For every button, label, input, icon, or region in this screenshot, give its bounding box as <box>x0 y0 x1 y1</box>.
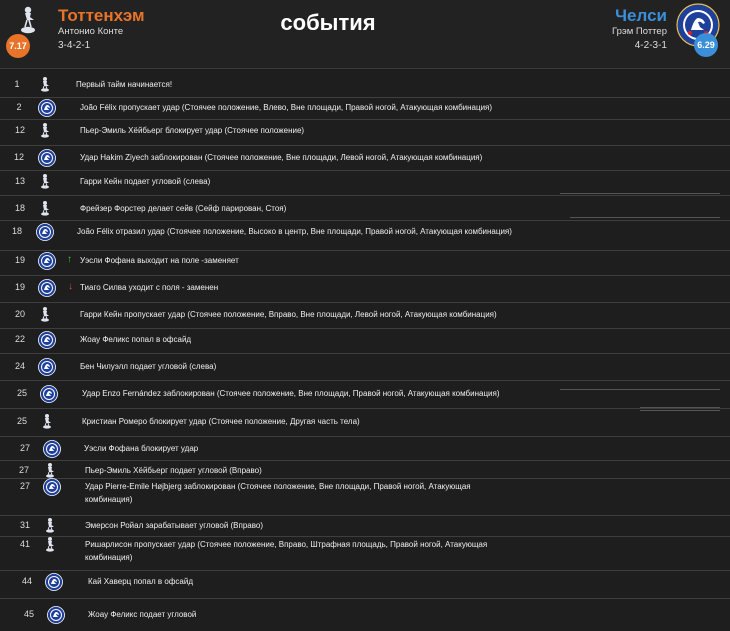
row-divider <box>0 220 730 221</box>
event-text: Бен Чилуэлл подает угловой (слева) <box>80 362 217 371</box>
row-divider <box>0 328 730 329</box>
event-text: Удар Pierre-Emile Højbjerg заблокирован … <box>85 482 471 504</box>
event-minute: 22 <box>14 334 25 344</box>
tottenham-cockerel-icon <box>38 76 52 97</box>
event-text: Гарри Кейн подает угловой (слева) <box>80 177 211 186</box>
event-minute: 25 <box>16 416 27 426</box>
event-text: Первый тайм начинается! <box>76 80 173 89</box>
divider-artifact <box>640 410 720 411</box>
event-text: Жоау Феликс попал в офсайд <box>80 335 192 344</box>
event-text: Тиаго Силва уходит с поля - заменен <box>80 283 219 292</box>
event-minute: 18 <box>11 226 22 236</box>
event-minute: 25 <box>16 388 27 398</box>
chelsea-lion-crest-icon <box>38 149 56 172</box>
row-divider <box>0 119 730 120</box>
chelsea-lion-crest-icon <box>43 440 61 463</box>
event-text: Уэсли Фофана блокирует удар <box>84 444 199 453</box>
divider-artifact <box>570 217 720 218</box>
event-minute: 20 <box>14 309 25 319</box>
row-divider <box>0 460 730 461</box>
row-divider <box>0 408 730 409</box>
chelsea-lion-crest-icon <box>38 358 56 381</box>
match-header: 7.17 Тоттенхэм Антонио Конте 3-4-2-1 соб… <box>0 0 730 69</box>
row-divider <box>0 536 730 537</box>
row-divider <box>0 145 730 146</box>
event-text: Эмерсон Ройал зарабатывает угловой (Впра… <box>85 521 264 530</box>
row-divider <box>0 250 730 251</box>
chelsea-lion-crest-icon <box>36 223 54 246</box>
tottenham-cockerel-icon <box>38 306 52 327</box>
tottenham-cockerel-icon <box>38 122 52 143</box>
divider-artifact <box>560 193 720 194</box>
event-text: Гарри Кейн пропускает удар (Стоячее поло… <box>80 310 497 319</box>
away-team-coach: Грэм Поттер <box>612 26 667 37</box>
event-text: Удар Hakim Ziyech заблокирован (Стоячее … <box>80 153 483 162</box>
event-minute: 27 <box>19 443 30 453</box>
tottenham-cockerel-icon <box>40 413 54 434</box>
chelsea-lion-crest-icon <box>40 385 58 408</box>
row-divider <box>0 478 730 479</box>
divider-artifact <box>640 407 720 408</box>
event-minute: 31 <box>19 520 30 530</box>
event-minute: 18 <box>14 203 25 213</box>
event-minute: 24 <box>14 361 25 371</box>
event-minute: 44 <box>21 576 32 586</box>
event-text: Ришарлисон пропускает удар (Стоячее поло… <box>85 540 488 562</box>
chelsea-lion-crest-icon <box>38 252 56 275</box>
event-minute: 27 <box>18 465 29 475</box>
event-minute: 12 <box>13 152 24 162</box>
event-minute: 13 <box>14 176 25 186</box>
event-minute: 1 <box>14 79 20 89</box>
row-divider <box>0 353 730 354</box>
event-text: Кай Хаверц попал в офсайд <box>88 577 193 586</box>
row-divider <box>0 515 730 516</box>
away-team-rating: 6.29 <box>694 33 718 57</box>
event-text: Кристиан Ромеро блокирует удар (Стоячее … <box>82 417 360 426</box>
row-divider <box>0 195 730 196</box>
page-title-text: события <box>280 10 376 35</box>
event-minute: 12 <box>14 125 25 135</box>
event-text: Пьер-Эмиль Хёйбьерг блокирует удар (Стоя… <box>80 126 305 135</box>
event-minute: 2 <box>16 102 22 112</box>
home-team-rating: 7.17 <box>6 34 30 58</box>
chelsea-lion-crest-icon <box>43 478 61 501</box>
chelsea-lion-crest-icon <box>47 606 65 629</box>
row-divider <box>0 380 730 381</box>
event-minute: 19 <box>14 255 25 265</box>
chelsea-lion-crest-icon <box>38 99 56 122</box>
home-team-formation: 3-4-2-1 <box>58 40 91 51</box>
row-divider <box>0 436 730 437</box>
event-text: Удар Enzo Fernández заблокирован (Стояче… <box>82 389 500 398</box>
row-divider <box>0 275 730 276</box>
tottenham-cockerel-icon <box>43 517 57 538</box>
event-minute: 41 <box>19 539 30 549</box>
sub-out-arrow-icon: ↓ <box>68 281 73 292</box>
away-team-formation: 4-2-3-1 <box>634 40 667 51</box>
divider-artifact <box>560 389 720 390</box>
event-text: João Félix отразил удар (Стоячее положен… <box>77 227 512 236</box>
event-minute: 19 <box>14 282 25 292</box>
event-minute: 45 <box>23 609 34 619</box>
chelsea-lion-crest-icon <box>45 573 63 596</box>
row-divider <box>0 170 730 171</box>
tottenham-cockerel-icon <box>38 200 52 221</box>
away-team-name[interactable]: Челси <box>615 6 667 26</box>
row-divider <box>0 97 730 98</box>
tottenham-cockerel-icon <box>38 173 52 194</box>
event-minute: 27 <box>19 481 30 491</box>
event-text: João Félix пропускает удар (Стоячее поло… <box>80 103 493 112</box>
event-text: Жоау Феликс подает угловой <box>88 610 197 619</box>
row-divider <box>0 302 730 303</box>
event-text: Пьер-Эмиль Хёйбьерг подает угловой (Впра… <box>85 466 262 475</box>
row-divider <box>0 570 730 571</box>
row-divider <box>0 598 730 599</box>
event-text: Фрейзер Форстер делает сейв (Сейф париро… <box>80 204 287 213</box>
chelsea-lion-crest-icon <box>38 331 56 354</box>
sub-in-arrow-icon: ↑ <box>67 254 72 265</box>
event-text: Уэсли Фофана выходит на поле -заменяет <box>80 256 239 265</box>
chelsea-lion-crest-icon <box>38 279 56 302</box>
tottenham-cockerel-icon <box>43 536 57 557</box>
